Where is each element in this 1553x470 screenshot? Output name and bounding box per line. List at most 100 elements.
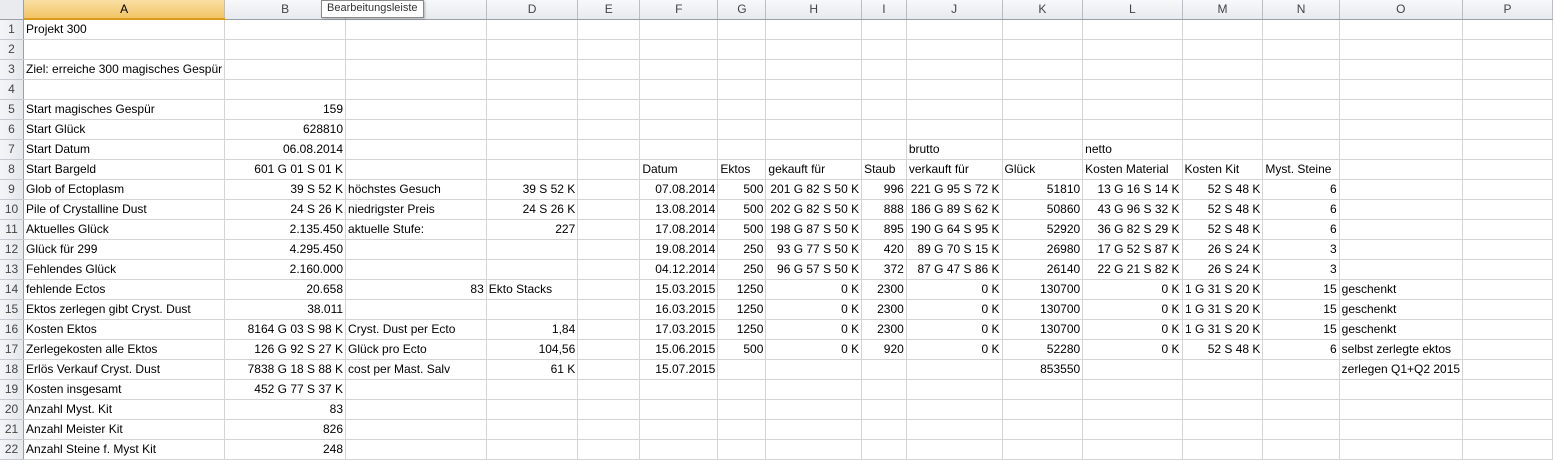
cell-b[interactable]: 248 xyxy=(224,439,347,460)
cell-n[interactable]: 15 xyxy=(1262,319,1340,340)
spreadsheet-grid[interactable]: ABCDEFGHIJKLMNOP 1Projekt 30023Ziel: err… xyxy=(0,0,1553,460)
cell-h[interactable] xyxy=(765,119,863,140)
cell-f[interactable]: Datum xyxy=(639,159,719,180)
cell-o[interactable] xyxy=(1339,119,1464,140)
cell-n[interactable]: 6 xyxy=(1262,339,1340,360)
column-header-l[interactable]: L xyxy=(1082,0,1183,20)
cell-i[interactable] xyxy=(861,379,907,400)
cell-g[interactable]: 1250 xyxy=(717,319,767,340)
cell-n[interactable] xyxy=(1262,59,1340,80)
cell-h[interactable] xyxy=(765,19,863,40)
row-header[interactable]: 8 xyxy=(0,159,25,180)
cell-l[interactable] xyxy=(1082,419,1183,440)
cell-i[interactable]: 895 xyxy=(861,219,907,240)
cell-n[interactable] xyxy=(1262,399,1340,420)
cell-e[interactable] xyxy=(577,379,641,400)
cell-o[interactable] xyxy=(1339,219,1464,240)
cell-o[interactable]: selbst zerlegte ektos xyxy=(1339,339,1464,360)
cell-f[interactable] xyxy=(639,379,719,400)
cell-d[interactable]: Ekto Stacks xyxy=(486,279,579,300)
cell-p[interactable] xyxy=(1462,59,1553,80)
cell-o[interactable] xyxy=(1339,159,1464,180)
cell-n[interactable]: Myst. Steine xyxy=(1262,159,1340,180)
cell-j[interactable]: verkauft für xyxy=(906,159,1003,180)
cell-i[interactable] xyxy=(861,99,907,120)
cell-j[interactable]: 87 G 47 S 86 K xyxy=(906,259,1003,280)
cell-a[interactable]: Glück für 299 xyxy=(23,239,226,260)
column-header-a[interactable]: A xyxy=(23,0,226,20)
cell-a[interactable]: Aktuelles Glück xyxy=(23,219,226,240)
cell-g[interactable] xyxy=(717,39,767,60)
cell-k[interactable]: 853550 xyxy=(1002,359,1084,380)
cell-g[interactable]: 500 xyxy=(717,339,767,360)
cell-k[interactable] xyxy=(1002,139,1084,160)
cell-b[interactable]: 826 xyxy=(224,419,347,440)
cell-b[interactable] xyxy=(224,39,347,60)
cell-g[interactable] xyxy=(717,19,767,40)
cell-b[interactable]: 2.160.000 xyxy=(224,259,347,280)
cell-l[interactable]: 0 K xyxy=(1082,319,1183,340)
cell-f[interactable]: 17.03.2015 xyxy=(639,319,719,340)
cell-m[interactable]: 26 S 24 K xyxy=(1182,259,1264,280)
cell-h[interactable] xyxy=(765,359,863,380)
cell-j[interactable] xyxy=(906,39,1003,60)
cell-i[interactable]: 420 xyxy=(861,239,907,260)
cell-n[interactable] xyxy=(1262,79,1340,100)
cell-i[interactable] xyxy=(861,39,907,60)
cell-b[interactable]: 628810 xyxy=(224,119,347,140)
cell-a[interactable]: Glob of Ectoplasm xyxy=(23,179,226,200)
cell-b[interactable]: 7838 G 18 S 88 K xyxy=(224,359,347,380)
column-header-j[interactable]: J xyxy=(906,0,1003,20)
cell-a[interactable]: Projekt 300 xyxy=(23,19,226,40)
cell-l[interactable] xyxy=(1082,119,1183,140)
cell-b[interactable]: 601 G 01 S 01 K xyxy=(224,159,347,180)
cell-d[interactable] xyxy=(486,139,579,160)
row-header[interactable]: 13 xyxy=(0,259,25,280)
cell-a[interactable]: Erlös Verkauf Cryst. Dust xyxy=(23,359,226,380)
cell-d[interactable] xyxy=(486,399,579,420)
row-header[interactable]: 1 xyxy=(0,19,25,40)
cell-c[interactable] xyxy=(345,439,487,460)
cell-a[interactable] xyxy=(23,79,226,100)
cell-j[interactable]: 89 G 70 S 15 K xyxy=(906,239,1003,260)
cell-d[interactable] xyxy=(486,419,579,440)
cell-p[interactable] xyxy=(1462,439,1553,460)
cell-a[interactable]: Anzahl Myst. Kit xyxy=(23,399,226,420)
cell-h[interactable]: 0 K xyxy=(765,299,863,320)
cell-m[interactable] xyxy=(1182,119,1264,140)
cell-f[interactable]: 13.08.2014 xyxy=(639,199,719,220)
cell-p[interactable] xyxy=(1462,199,1553,220)
cell-j[interactable] xyxy=(906,419,1003,440)
cell-n[interactable] xyxy=(1262,119,1340,140)
cell-h[interactable] xyxy=(765,419,863,440)
cell-k[interactable] xyxy=(1002,99,1084,120)
cell-a[interactable]: Ektos zerlegen gibt Cryst. Dust xyxy=(23,299,226,320)
cell-i[interactable] xyxy=(861,19,907,40)
row-header[interactable]: 2 xyxy=(0,39,25,60)
cell-f[interactable] xyxy=(639,19,719,40)
cell-f[interactable]: 17.08.2014 xyxy=(639,219,719,240)
cell-g[interactable]: 250 xyxy=(717,239,767,260)
cell-g[interactable]: 500 xyxy=(717,199,767,220)
cell-b[interactable] xyxy=(224,19,347,40)
cell-m[interactable]: 52 S 48 K xyxy=(1182,199,1264,220)
cell-f[interactable] xyxy=(639,59,719,80)
cell-g[interactable]: 1250 xyxy=(717,279,767,300)
cell-i[interactable] xyxy=(861,59,907,80)
cell-f[interactable] xyxy=(639,419,719,440)
cell-n[interactable] xyxy=(1262,139,1340,160)
cell-b[interactable]: 126 G 92 S 27 K xyxy=(224,339,347,360)
row-header[interactable]: 6 xyxy=(0,119,25,140)
cell-m[interactable] xyxy=(1182,19,1264,40)
cell-p[interactable] xyxy=(1462,339,1553,360)
cell-e[interactable] xyxy=(577,179,641,200)
cell-g[interactable]: 250 xyxy=(717,259,767,280)
cell-j[interactable]: brutto xyxy=(906,139,1003,160)
cell-e[interactable] xyxy=(577,319,641,340)
cell-j[interactable] xyxy=(906,399,1003,420)
row-header[interactable]: 4 xyxy=(0,79,25,100)
cell-a[interactable]: Pile of Crystalline Dust xyxy=(23,199,226,220)
cell-d[interactable] xyxy=(486,259,579,280)
cell-f[interactable] xyxy=(639,119,719,140)
cell-g[interactable]: Ektos xyxy=(717,159,767,180)
